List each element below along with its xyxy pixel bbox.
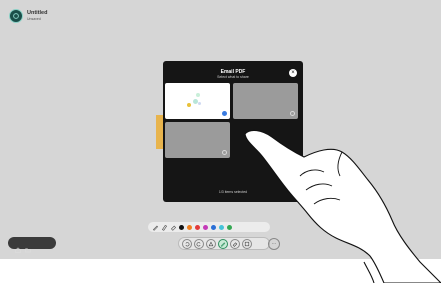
document-title-block: Untitled Unsaved bbox=[27, 10, 48, 21]
color-swatch-green[interactable] bbox=[227, 224, 232, 230]
page-thumbnail-1[interactable] bbox=[165, 83, 230, 119]
folder-icon[interactable] bbox=[25, 240, 31, 253]
whiteboard-canvas[interactable]: Untitled Unsaved Email PDF Select what t… bbox=[0, 0, 441, 259]
home-icon[interactable] bbox=[15, 240, 21, 253]
document-title: Untitled bbox=[27, 10, 48, 16]
shape-icon[interactable] bbox=[206, 238, 216, 249]
board-app-icon[interactable] bbox=[9, 9, 23, 23]
undo-icon[interactable] bbox=[182, 238, 192, 249]
thumbnail-dot bbox=[187, 103, 191, 107]
sticky-note-icon[interactable] bbox=[242, 238, 252, 249]
redo-icon[interactable] bbox=[194, 238, 204, 249]
color-swatch-blue[interactable] bbox=[211, 224, 216, 230]
page-thumbnail-3[interactable] bbox=[165, 122, 230, 158]
document-status: Unsaved bbox=[27, 16, 41, 21]
color-swatch-black[interactable] bbox=[179, 224, 184, 230]
color-swatch-cyan[interactable] bbox=[219, 224, 224, 230]
close-icon[interactable]: × bbox=[289, 69, 297, 77]
selection-check-icon[interactable] bbox=[290, 111, 295, 116]
document-header[interactable]: Untitled Unsaved bbox=[9, 9, 47, 23]
more-icon[interactable]: ··· bbox=[268, 238, 280, 250]
eraser-icon[interactable] bbox=[170, 224, 177, 231]
tool-palette bbox=[148, 222, 270, 232]
page-thumbnail-2[interactable] bbox=[233, 83, 298, 119]
pen-tool-icon[interactable] bbox=[218, 238, 228, 249]
email-pdf-dialog: Email PDF Select what to share × 1/3 ite… bbox=[163, 61, 303, 202]
eraser-tool-icon[interactable] bbox=[230, 238, 240, 249]
color-swatch-purple[interactable] bbox=[203, 224, 208, 230]
thumbnail-dot bbox=[196, 93, 200, 97]
dialog-subtitle: Select what to share bbox=[217, 75, 249, 79]
color-swatch-orange[interactable] bbox=[187, 224, 192, 230]
selection-check-icon[interactable] bbox=[222, 111, 227, 116]
home-pill bbox=[8, 237, 56, 253]
pen-icon[interactable] bbox=[152, 224, 159, 231]
selection-count: 1/3 items selected bbox=[218, 190, 248, 194]
thumbnail-dot bbox=[198, 102, 201, 105]
selection-check-icon[interactable] bbox=[222, 150, 227, 155]
color-swatch-red[interactable] bbox=[195, 224, 200, 230]
bottom-toolbar bbox=[178, 237, 270, 250]
marker-icon[interactable] bbox=[161, 224, 168, 231]
